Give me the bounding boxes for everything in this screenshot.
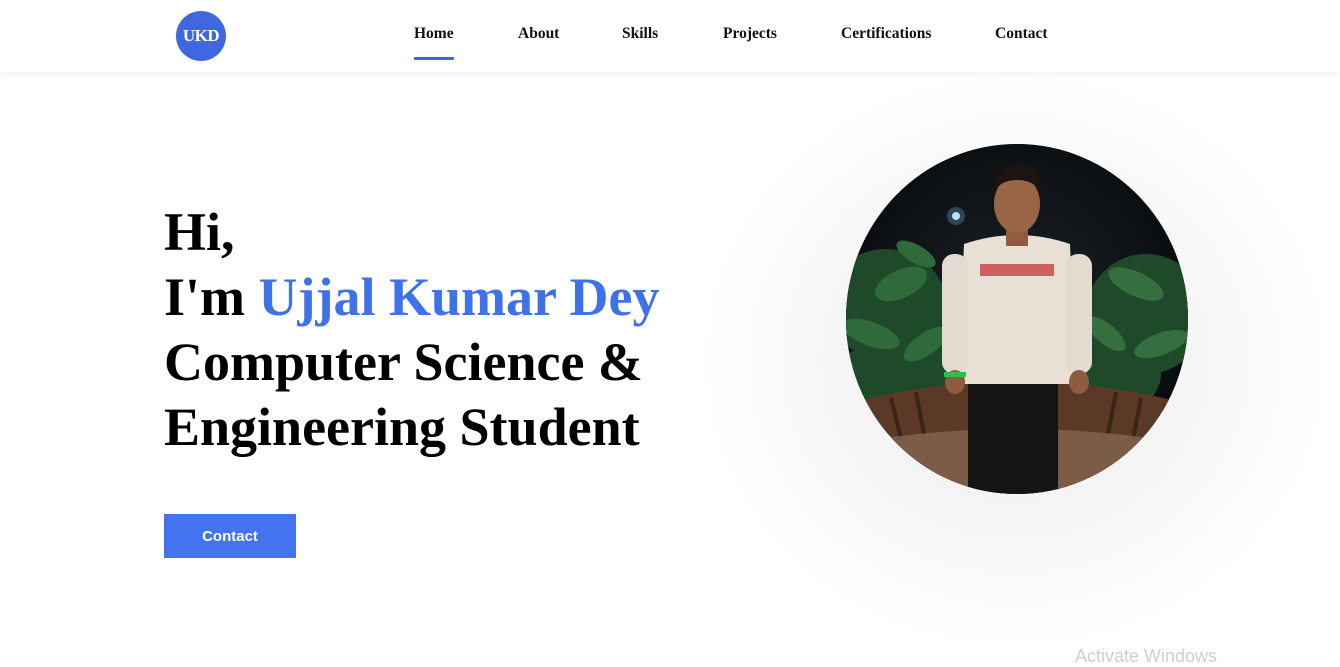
profile-photo [846, 144, 1188, 494]
hero-role-line-1: Computer Science & [164, 332, 643, 392]
hero-name: Ujjal Kumar Dey [258, 267, 660, 327]
nav-home-link[interactable]: Home [414, 25, 454, 60]
profile-photo-icon [846, 144, 1188, 494]
hero-heading: Hi, I'm Ujjal Kumar Dey Computer Science… [164, 200, 659, 460]
nav-skills-link[interactable]: Skills [622, 25, 658, 47]
logo-badge[interactable]: UKD [176, 11, 226, 61]
navbar: UKD Home About Skills Projects Certifica… [0, 0, 1340, 72]
nav-certifications-link[interactable]: Certifications [841, 25, 931, 47]
nav-contact-link[interactable]: Contact [995, 25, 1048, 47]
hero-contact-button[interactable]: Contact [164, 514, 296, 558]
hero-intro-prefix: I'm [164, 267, 245, 327]
hero-greeting: Hi, [164, 202, 235, 262]
nav-projects-link[interactable]: Projects [723, 25, 777, 47]
hero-role-line-2: Engineering Student [164, 397, 640, 457]
nav-about-link[interactable]: About [518, 25, 559, 47]
hero-intro: I'm Ujjal Kumar Dey [164, 265, 659, 330]
